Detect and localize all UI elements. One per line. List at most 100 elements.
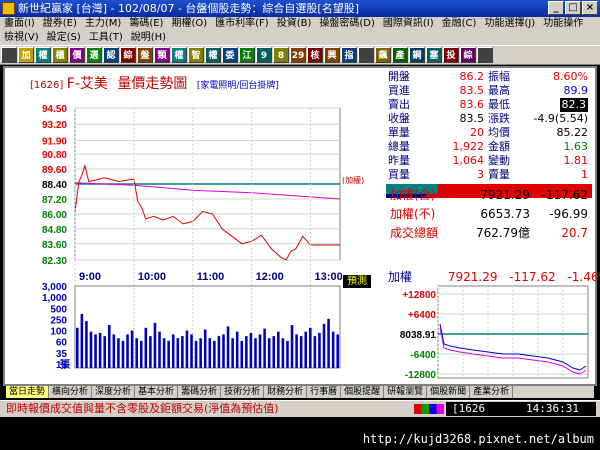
toolbar-button[interactable]: 類: [154, 47, 170, 63]
quote-label: 變動: [488, 154, 510, 167]
toolbar-button[interactable]: 櫃: [52, 47, 68, 63]
menu-item[interactable]: 操盤密碼(D): [315, 17, 379, 31]
toolbar-button[interactable]: 選: [86, 47, 102, 63]
index-row: 加權(含) 7921.29 -117.62: [386, 188, 592, 202]
volume-bar: [281, 338, 285, 368]
y-tick-label: 87.20: [42, 195, 67, 206]
toolbar-button[interactable]: 綜: [460, 47, 476, 63]
menu-item[interactable]: 設定(S): [43, 31, 85, 45]
mini-index-chart[interactable]: +12800 +6400 -6400 -12800 8038.91: [388, 284, 594, 384]
tab-3[interactable]: 基本分析: [135, 386, 179, 398]
tab-4[interactable]: 籌碼分析: [178, 386, 222, 398]
menu-item[interactable]: 工具(T): [85, 31, 127, 45]
tab-5[interactable]: 技術分析: [221, 386, 265, 398]
window-title: 新世紀贏家 [台灣] - 102/08/07 - 台盤個股走勢：綜合自選股[名望…: [18, 2, 359, 15]
mini-tick-label: +12800: [402, 290, 436, 301]
quote-label: 買量: [388, 168, 410, 181]
quote-label: 均價: [488, 126, 510, 139]
menu-item[interactable]: 檢視(V): [0, 31, 43, 45]
tab-0[interactable]: 當日走勢: [6, 386, 50, 398]
volume-tick-label: 1,000: [42, 293, 67, 304]
toolbar-button[interactable]: 鋼: [409, 47, 425, 63]
menu-item[interactable]: 畫面(I): [0, 17, 39, 31]
quote-label: 最高: [488, 84, 510, 97]
tab-11[interactable]: 產業分析: [470, 386, 514, 398]
toolbar-button[interactable]: [477, 47, 493, 63]
tab-2[interactable]: 深度分析: [92, 386, 136, 398]
mini-pct: -1.46%: [567, 270, 600, 284]
industry-links[interactable]: [家電照明/回台掛牌]: [197, 81, 279, 91]
quote-value: 3: [477, 168, 484, 181]
menu-item[interactable]: 期權(O): [167, 17, 211, 31]
menu-item[interactable]: 投資(B): [273, 17, 316, 31]
menu-item[interactable]: 籌碼(E): [125, 17, 167, 31]
minimize-button[interactable]: _: [548, 1, 564, 15]
volume-bar: [258, 334, 262, 368]
volume-bar: [263, 328, 266, 368]
menu-item[interactable]: 說明(H): [127, 31, 170, 45]
quote-value: 8.60%: [553, 70, 588, 83]
toolbar-button[interactable]: 指: [341, 47, 357, 63]
index-value: 7921.29: [480, 188, 530, 202]
tab-8[interactable]: 個股提醒: [341, 386, 385, 398]
quote-row: 收盤 83.5 漲跌 -4.9(5.54): [386, 112, 592, 126]
index-value: 6653.73: [480, 207, 530, 221]
menu-bar-secondary: 檢視(V) 設定(S) 工具(T) 說明(H): [0, 31, 600, 45]
quote-row: 昨量 1,064 變動 1.81: [386, 154, 592, 168]
quote-value: 89.9: [563, 84, 589, 97]
toolbar-button[interactable]: 權: [35, 47, 51, 63]
quote-value: 85.22: [556, 126, 589, 139]
menu-item[interactable]: 國際資訊(I): [379, 17, 438, 31]
menu-item[interactable]: 功能操作: [539, 17, 587, 31]
tab-1[interactable]: 橫向分析: [49, 386, 93, 398]
forecast-button[interactable]: 預測: [343, 275, 371, 288]
volume-bar: [162, 338, 166, 368]
volume-bar: [313, 336, 317, 368]
price-volume-chart[interactable]: 94.50 93.20 91.90 90.80 89.60 88.40 87.20 86.00…: [5, 68, 385, 384]
toolbar-button[interactable]: 江: [239, 47, 255, 63]
toolbar-button[interactable]: 核: [307, 47, 323, 63]
y-tick-label: 91.90: [42, 136, 67, 147]
toolbar-button[interactable]: 權: [171, 47, 187, 63]
toolbar-button[interactable]: 盤: [137, 47, 153, 63]
maximize-button[interactable]: □: [565, 1, 581, 15]
menu-item[interactable]: 主力(M): [81, 17, 125, 31]
tab-7[interactable]: 行事曆: [307, 386, 342, 398]
toolbar-button[interactable]: 加: [18, 47, 34, 63]
toolbar-button[interactable]: 委: [222, 47, 238, 63]
toolbar-button[interactable]: 權: [205, 47, 221, 63]
toolbar-button[interactable]: 塞: [426, 47, 442, 63]
menu-item[interactable]: 功能選擇(J): [480, 17, 539, 31]
x-tick-label: 9:00: [79, 271, 101, 283]
toolbar-button[interactable]: 9: [256, 47, 272, 63]
menu-item[interactable]: 證券(E): [39, 17, 81, 31]
index-value: 762.79億: [476, 226, 530, 240]
quote-label: 開盤: [388, 70, 410, 83]
close-button[interactable]: ×: [582, 1, 598, 15]
menu-item[interactable]: 匯市利率(F): [211, 17, 273, 31]
toolbar-button[interactable]: [358, 47, 374, 63]
toolbar-button[interactable]: 產: [392, 47, 408, 63]
tab-10[interactable]: 個股新聞: [427, 386, 471, 398]
toolbar-button[interactable]: 智: [188, 47, 204, 63]
tab-9[interactable]: 研報瀏覽: [384, 386, 428, 398]
toolbar-button[interactable]: 價: [69, 47, 85, 63]
y-tick-label: 89.60: [42, 165, 67, 176]
volume-bar: [98, 332, 102, 368]
toolbar-button[interactable]: 認: [103, 47, 119, 63]
toolbar-button[interactable]: [1, 47, 17, 63]
volume-bar: [231, 338, 234, 368]
volume-tick-label: 35: [56, 349, 68, 360]
toolbar-button[interactable]: 29: [290, 47, 306, 63]
tab-6[interactable]: 財務分析: [264, 386, 308, 398]
mini-tick-label: +6400: [408, 310, 437, 321]
menu-item[interactable]: 金融(C): [438, 17, 481, 31]
status-code-time: [1626 14:36:31: [446, 402, 596, 416]
toolbar-button[interactable]: 綜: [120, 47, 136, 63]
volume-bar: [89, 331, 93, 368]
toolbar-button[interactable]: 興: [324, 47, 340, 63]
toolbar-button[interactable]: 8: [273, 47, 289, 63]
toolbar-button[interactable]: 飆: [375, 47, 391, 63]
toolbar-button[interactable]: 投: [443, 47, 459, 63]
quote-value: 1,922: [452, 140, 485, 153]
